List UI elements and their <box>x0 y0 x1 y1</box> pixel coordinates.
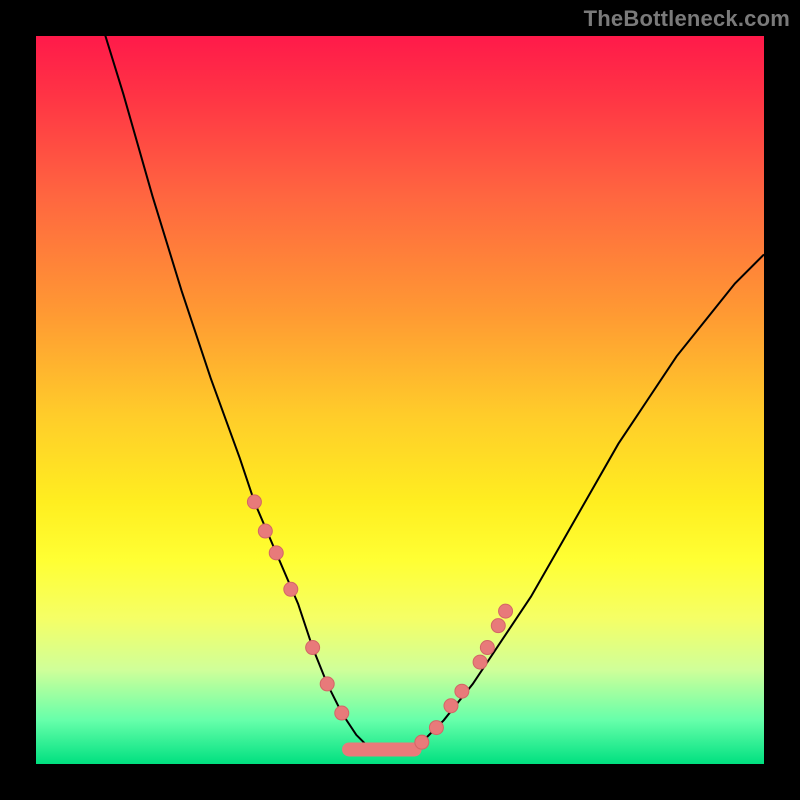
marker-layer <box>247 495 512 750</box>
marker-dot-right <box>473 655 487 669</box>
marker-dot-right <box>455 684 469 698</box>
marker-dot-right <box>429 721 443 735</box>
curve-layer <box>94 0 764 749</box>
plot-area <box>36 36 764 764</box>
marker-dot-right <box>491 619 505 633</box>
marker-dot-left <box>258 524 272 538</box>
marker-dot-left <box>247 495 261 509</box>
marker-dot-left <box>306 641 320 655</box>
chart-svg <box>36 36 764 764</box>
marker-dot-right <box>415 735 429 749</box>
bottleneck-curve <box>94 0 764 749</box>
marker-dot-left <box>269 546 283 560</box>
marker-dot-left <box>320 677 334 691</box>
marker-dot-right <box>444 699 458 713</box>
marker-dot-right <box>480 641 494 655</box>
marker-dot-left <box>284 582 298 596</box>
chart-frame: TheBottleneck.com <box>0 0 800 800</box>
watermark-text: TheBottleneck.com <box>584 6 790 32</box>
marker-dot-right <box>499 604 513 618</box>
marker-dot-left <box>335 706 349 720</box>
